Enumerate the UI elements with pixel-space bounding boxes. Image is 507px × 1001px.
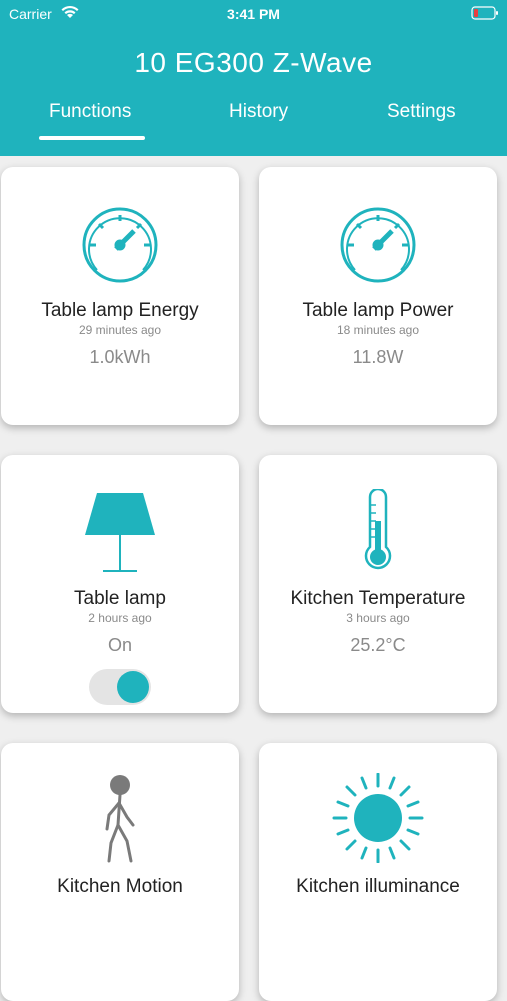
card-name: Kitchen Motion <box>57 876 183 897</box>
card-name: Table lamp <box>74 588 166 609</box>
gauge-icon <box>340 207 416 283</box>
card-value: 11.8W <box>352 347 404 367</box>
app-header: Carrier 3:41 PM 10 EG300 Z-Wave Function… <box>0 0 507 156</box>
gauge-icon <box>82 207 158 283</box>
toggle-knob <box>117 671 149 703</box>
card-timestamp: 18 minutes ago <box>336 323 420 337</box>
card-timestamp: 2 hours ago <box>88 611 152 625</box>
card-timestamp: 3 hours ago <box>346 611 410 625</box>
status-time: 3:41 PM <box>227 6 280 22</box>
card-value: 1.0kWh <box>89 347 151 367</box>
card-kitchen-illuminance[interactable]: Kitchen illuminance <box>259 743 497 1001</box>
page-title: 10 EG300 Z-Wave <box>134 47 373 78</box>
card-name: Kitchen Temperature <box>290 588 466 609</box>
tab-history[interactable]: History <box>229 101 288 123</box>
card-kitchen-temperature[interactable]: Kitchen Temperature 3 hours ago 25.2°C <box>259 455 497 713</box>
table-lamp-toggle[interactable] <box>89 669 151 705</box>
battery-icon <box>471 6 498 20</box>
sun-icon <box>332 773 424 863</box>
card-timestamp: 29 minutes ago <box>78 323 162 337</box>
card-table-lamp-energy[interactable]: Table lamp Energy 29 minutes ago 1.0kWh <box>1 167 239 425</box>
card-table-lamp[interactable]: Table lamp 2 hours ago On <box>1 455 239 713</box>
thermometer-icon <box>364 489 392 570</box>
walking-person-icon <box>105 775 135 863</box>
card-name: Table lamp Energy <box>41 300 199 321</box>
active-tab-indicator <box>39 136 145 140</box>
card-value: On <box>107 635 132 655</box>
card-name: Table lamp Power <box>302 300 454 321</box>
lamp-icon <box>85 493 155 572</box>
tab-functions[interactable]: Functions <box>49 101 131 123</box>
card-kitchen-motion[interactable]: Kitchen Motion <box>1 743 239 1001</box>
status-bar: Carrier 3:41 PM <box>0 0 507 28</box>
card-value: 25.2°C <box>350 635 406 655</box>
tab-settings[interactable]: Settings <box>387 101 456 123</box>
card-table-lamp-power[interactable]: Table lamp Power 18 minutes ago 11.8W <box>259 167 497 425</box>
card-name: Kitchen illuminance <box>296 876 460 897</box>
